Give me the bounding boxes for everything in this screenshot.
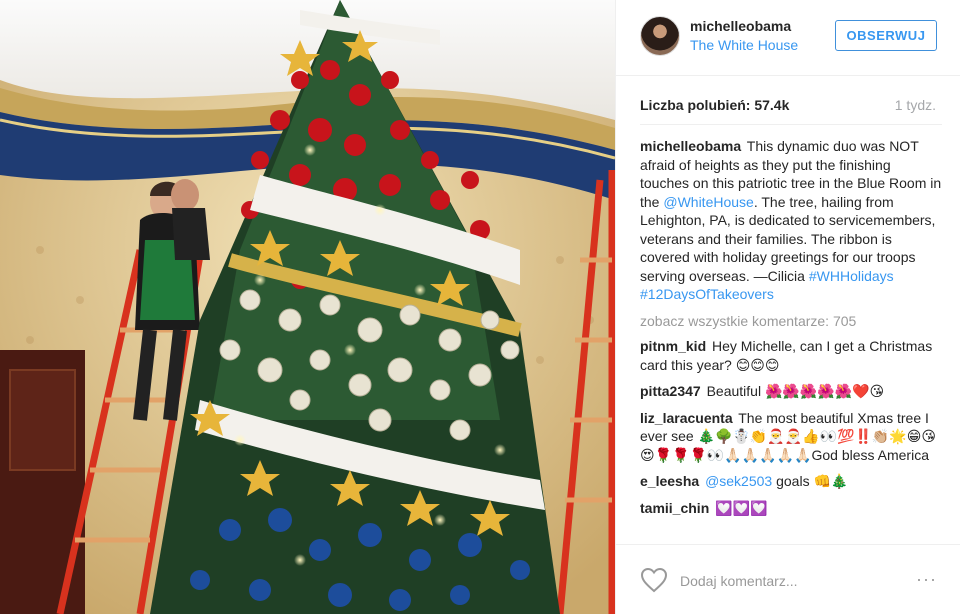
caption-hashtag-2[interactable]: #12DaysOfTakeovers [640,286,774,302]
follow-button[interactable]: OBSERWUJ [835,20,937,51]
more-options-icon[interactable]: ··· [916,569,937,590]
comment-text: goals 👊🎄 [772,473,849,489]
add-comment-input[interactable] [680,571,900,591]
comment-text: 💟💟💟 [715,499,768,516]
post-username[interactable]: michelleobama [690,18,791,34]
post-header: michelleobama The White House OBSERWUJ [616,0,960,76]
avatar[interactable] [640,16,680,56]
comment-item: e_leesha @sek2503 goals 👊🎄 [640,472,942,491]
post-details-panel: michelleobama The White House OBSERWUJ L… [615,0,960,614]
post-footer: ··· [616,544,960,614]
comment-item: liz_laracuenta The most beautiful Xmas t… [640,409,942,465]
comment-text: Beautiful 🌺🌺🌺🌺🌺❤️😘 [706,383,885,399]
comment-username[interactable]: tamii_chin [640,500,709,516]
comments-list[interactable]: michelleobama This dynamic duo was NOT a… [640,124,942,542]
comment-mention[interactable]: @sek2503 [705,473,772,489]
post-photo[interactable] [0,0,615,614]
heart-icon[interactable] [640,567,668,593]
likes-count[interactable]: Liczba polubień: 57.4k [640,97,789,113]
view-all-comments-link[interactable]: zobacz wszystkie komentarze: 705 [640,312,942,331]
comment-username[interactable]: pitta2347 [640,383,701,399]
post-location[interactable]: The White House [690,37,798,53]
caption-mention[interactable]: @WhiteHouse [663,194,753,210]
comment-username[interactable]: liz_laracuenta [640,410,733,426]
likes-row: Liczba polubień: 57.4k 1 tydz. [640,97,936,113]
caption: michelleobama This dynamic duo was NOT a… [640,137,942,304]
caption-username[interactable]: michelleobama [640,138,741,154]
comment-item: tamii_chin 💟💟💟 [640,499,942,518]
post-age[interactable]: 1 tydz. [895,97,936,113]
comment-username[interactable]: e_leesha [640,473,699,489]
comment-item: pitta2347 Beautiful 🌺🌺🌺🌺🌺❤️😘 [640,382,942,401]
caption-hashtag-1[interactable]: #WHHolidays [809,268,894,284]
comment-item: pitnm_kid Hey Michelle, can I get a Chri… [640,337,942,374]
christmas-tree-image [0,0,615,614]
comment-username[interactable]: pitnm_kid [640,338,706,354]
